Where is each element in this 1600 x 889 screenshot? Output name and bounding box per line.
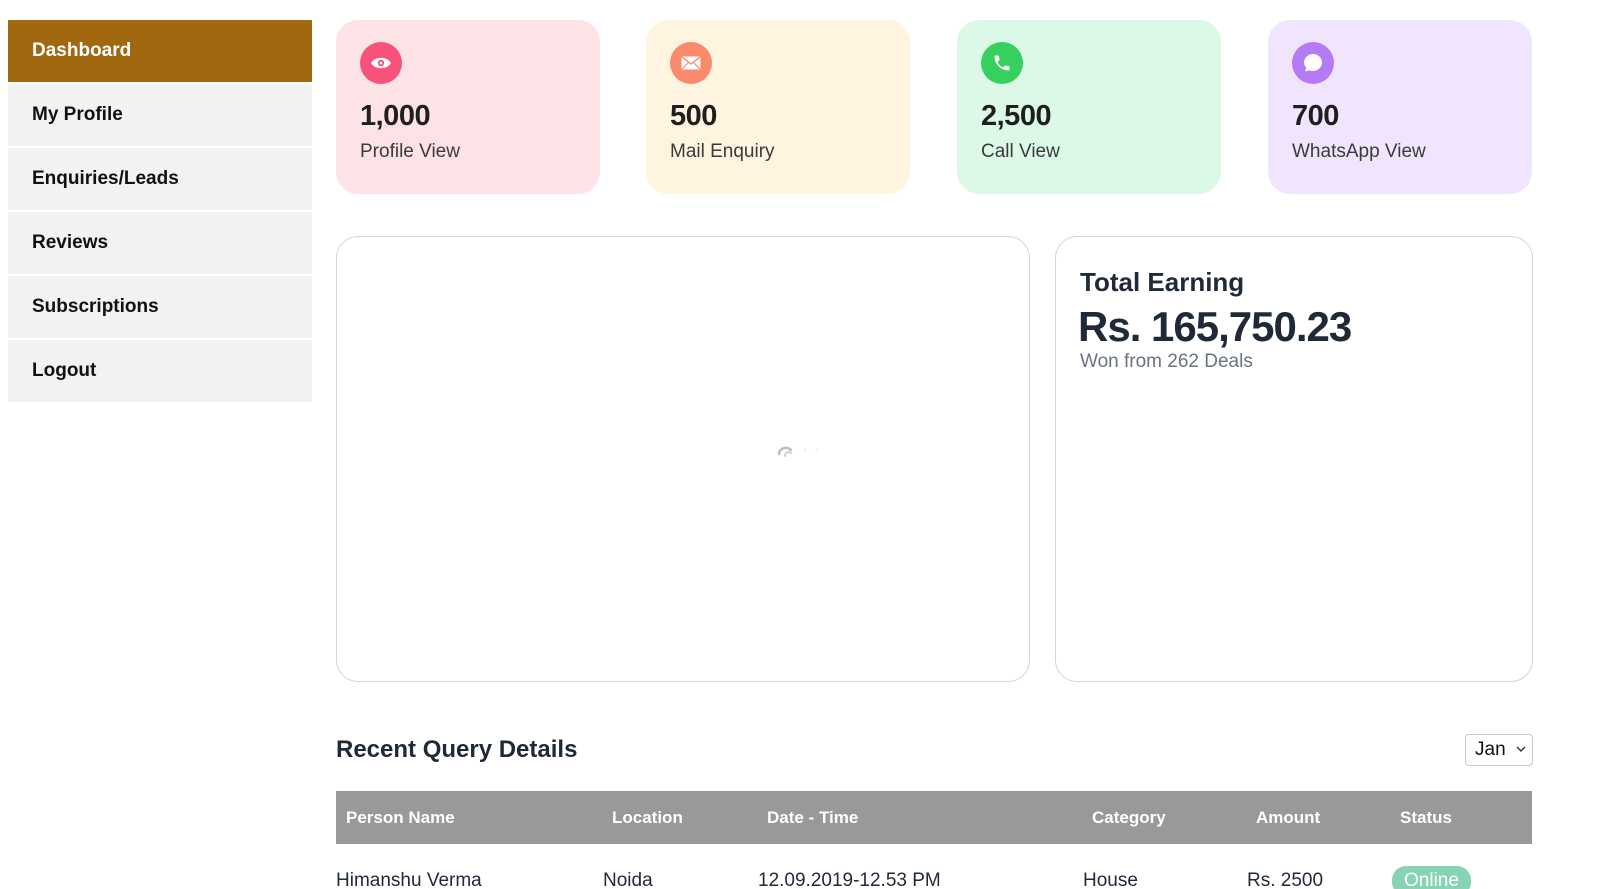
sidebar-item-label: My Profile [32,104,123,125]
sidebar-item-label: Reviews [32,232,109,253]
stat-label: WhatsApp View [1292,141,1426,162]
table-row[interactable]: Himanshu Verma Noida 12.09.2019-12.53 PM… [336,862,1532,889]
cell-amount: Rs. 2500 [1247,870,1324,889]
column-header-date-time: Date - Time [767,807,859,827]
month-select-value: Jan [1475,739,1506,760]
column-header-location: Location [612,807,683,827]
sidebar-item-reviews[interactable]: Reviews [8,212,312,274]
table-header: Person Name Location Date - Time Categor… [336,791,1532,844]
earning-title: Total Earning [1080,267,1245,297]
column-header-amount: Amount [1256,807,1321,827]
stat-label: Profile View [360,141,460,162]
dashboard-page: Dashboard My Profile Enquiries/Leads Rev… [0,0,1600,889]
phone-icon [981,42,1023,84]
cell-person-name: Himanshu Verma [336,870,482,889]
cell-date-time: 12.09.2019-12.53 PM [758,870,941,889]
eye-icon [360,42,402,84]
stat-value: 2,500 [981,100,1052,132]
sidebar-item-my-profile[interactable]: My Profile [8,84,312,146]
recent-query-title: Recent Query Details [336,736,578,763]
total-earning-panel: Total Earning Rs. 165,750.23 Won from 26… [1055,236,1533,682]
sidebar-item-subscriptions[interactable]: Subscriptions [8,276,312,338]
sidebar: Dashboard My Profile Enquiries/Leads Rev… [8,20,312,404]
sidebar-item-logout[interactable]: Logout [8,340,312,402]
cell-category: House [1083,870,1138,889]
sidebar-item-label: Dashboard [32,40,132,61]
stat-value: 500 [670,100,717,132]
status-badge: Online [1392,866,1471,889]
sidebar-item-label: Enquiries/Leads [32,168,179,189]
column-header-category: Category [1092,807,1166,827]
chat-bubble-icon [1292,42,1334,84]
column-header-status: Status [1400,807,1452,827]
chevron-down-icon [1516,746,1526,752]
loading-spinner-icon [777,446,819,457]
stat-card-mail-enquiry: 500 Mail Enquiry [646,20,910,194]
stat-card-call-view: 2,500 Call View [957,20,1221,194]
sidebar-item-label: Subscriptions [32,296,159,317]
stat-value: 700 [1292,100,1339,132]
sidebar-item-enquiries-leads[interactable]: Enquiries/Leads [8,148,312,210]
earning-subtitle: Won from 262 Deals [1080,351,1253,372]
mail-icon [670,42,712,84]
stat-label: Mail Enquiry [670,141,775,162]
earning-amount: Rs. 165,750.23 [1078,303,1352,350]
column-header-person-name: Person Name [346,807,455,827]
month-select[interactable]: Jan [1465,734,1533,766]
stat-value: 1,000 [360,100,431,132]
stat-card-whatsapp-view: 700 WhatsApp View [1268,20,1532,194]
sidebar-item-dashboard[interactable]: Dashboard [8,20,312,82]
stat-card-profile-view: 1,000 Profile View [336,20,600,194]
chart-panel [336,236,1030,682]
sidebar-item-label: Logout [32,360,97,381]
cell-location: Noida [603,870,653,889]
stat-label: Call View [981,141,1060,162]
